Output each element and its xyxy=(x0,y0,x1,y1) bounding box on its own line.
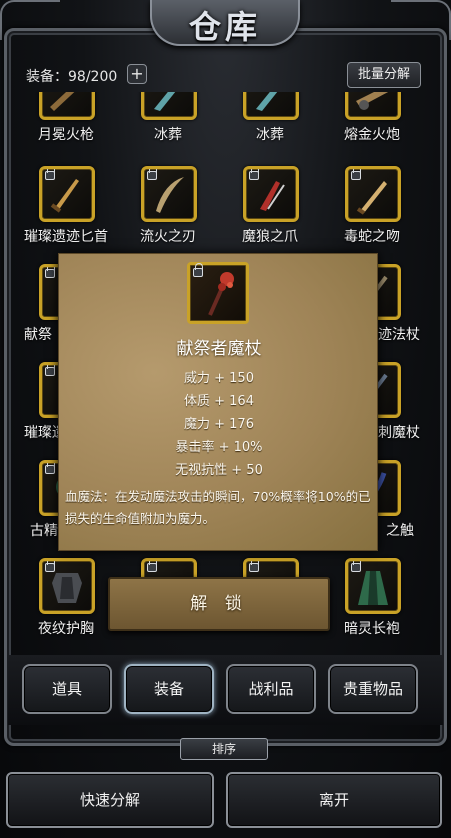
unlock-button[interactable]: 解 锁 xyxy=(108,577,330,631)
lock-icon xyxy=(45,365,55,376)
item-name: 魔狼之爪 xyxy=(242,229,298,245)
popup-description: 血魔法：在发动魔法攻击的瞬间，70%概率将10%的已损失的生命值附加为魔力。 xyxy=(65,489,371,526)
lock-icon xyxy=(193,263,203,277)
lock-icon xyxy=(147,561,157,572)
item-name: 璀璨遗迹匕首 xyxy=(24,229,108,245)
stat-magic: 魔力 + 176 xyxy=(184,417,254,432)
lock-icon xyxy=(351,169,361,180)
slot-frame xyxy=(345,92,401,120)
lock-icon xyxy=(45,169,55,180)
tab-loot[interactable]: 战利品 xyxy=(226,664,316,714)
popup-item-frame xyxy=(187,262,249,324)
inventory-slot[interactable]: 暗灵长袍 xyxy=(322,558,422,647)
ice-blade-icon xyxy=(256,92,278,111)
slot-frame xyxy=(39,558,95,614)
slot-frame xyxy=(39,92,95,120)
batch-decompose-button[interactable]: 批量分解 xyxy=(347,62,421,88)
quick-decompose-button[interactable]: 快速分解 xyxy=(6,772,214,828)
slot-frame xyxy=(243,92,299,120)
stat-ignore-resist: 无视抗性 + 50 xyxy=(175,463,263,478)
slot-frame xyxy=(141,166,197,222)
item-detail-popup: 献祭者魔杖 威力 + 150 体质 + 164 魔力 + 176 暴击率 + 1… xyxy=(58,253,378,551)
musket-icon xyxy=(50,92,75,111)
item-name: 夜纹护胸 xyxy=(38,621,94,637)
stat-constitution: 体质 + 164 xyxy=(184,394,254,409)
sort-button[interactable]: 排序 xyxy=(180,738,268,760)
lock-icon xyxy=(249,561,259,572)
warehouse-frame: 仓库 装备：98/200 + 批量分解 月冕火枪 冰葬 冰葬 熔金火炮 璀璨遗迹… xyxy=(0,0,451,838)
lock-icon xyxy=(249,169,259,180)
item-name: 流火之刃 xyxy=(140,229,196,245)
slot-frame xyxy=(345,558,401,614)
leave-button[interactable]: 离开 xyxy=(226,772,442,828)
lock-icon xyxy=(351,561,361,572)
inventory-slot[interactable]: 冰葬 xyxy=(118,92,218,154)
tab-valuables[interactable]: 贵重物品 xyxy=(328,664,418,714)
lock-icon xyxy=(147,169,157,180)
stat-power: 威力 + 150 xyxy=(184,371,254,386)
inventory-slot[interactable]: 魔狼之爪 xyxy=(220,166,320,256)
equipment-count: 装备：98/200 xyxy=(26,69,118,85)
inventory-slot[interactable]: 冰葬 xyxy=(220,92,320,154)
inventory-slot[interactable]: 夜纹护胸 xyxy=(16,558,116,647)
tab-equipment[interactable]: 装备 xyxy=(124,664,214,714)
stat-crit-rate: 暴击率 + 10% xyxy=(175,440,263,455)
ice-blade-icon xyxy=(154,92,176,111)
page-title: 仓库 xyxy=(188,8,261,46)
expand-capacity-button[interactable]: + xyxy=(127,64,147,84)
lock-icon xyxy=(45,463,55,474)
inventory-slot[interactable]: 月冕火枪 xyxy=(16,92,116,154)
tab-items[interactable]: 道具 xyxy=(22,664,112,714)
inventory-slot[interactable]: 熔金火炮 xyxy=(322,92,422,154)
slot-frame xyxy=(39,166,95,222)
item-name: 毒蛇之吻 xyxy=(344,229,400,245)
inventory-slot[interactable]: 璀璨遗迹匕首 xyxy=(16,166,116,256)
item-name: 冰葬 xyxy=(154,127,182,143)
slot-frame xyxy=(141,92,197,120)
lock-icon xyxy=(45,267,55,278)
item-name: 月冕火枪 xyxy=(38,127,94,143)
lock-icon xyxy=(45,561,55,572)
slot-frame xyxy=(243,166,299,222)
cannon-icon xyxy=(356,92,389,110)
item-name: 冰葬 xyxy=(256,127,284,143)
inventory-slot[interactable]: 流火之刃 xyxy=(118,166,218,256)
popup-item-name: 献祭者魔杖 xyxy=(176,339,262,359)
item-name: 熔金火炮 xyxy=(344,127,400,143)
item-name: 暗灵长袍 xyxy=(344,621,400,637)
slot-frame xyxy=(345,166,401,222)
inventory-slot[interactable]: 毒蛇之吻 xyxy=(322,166,422,256)
